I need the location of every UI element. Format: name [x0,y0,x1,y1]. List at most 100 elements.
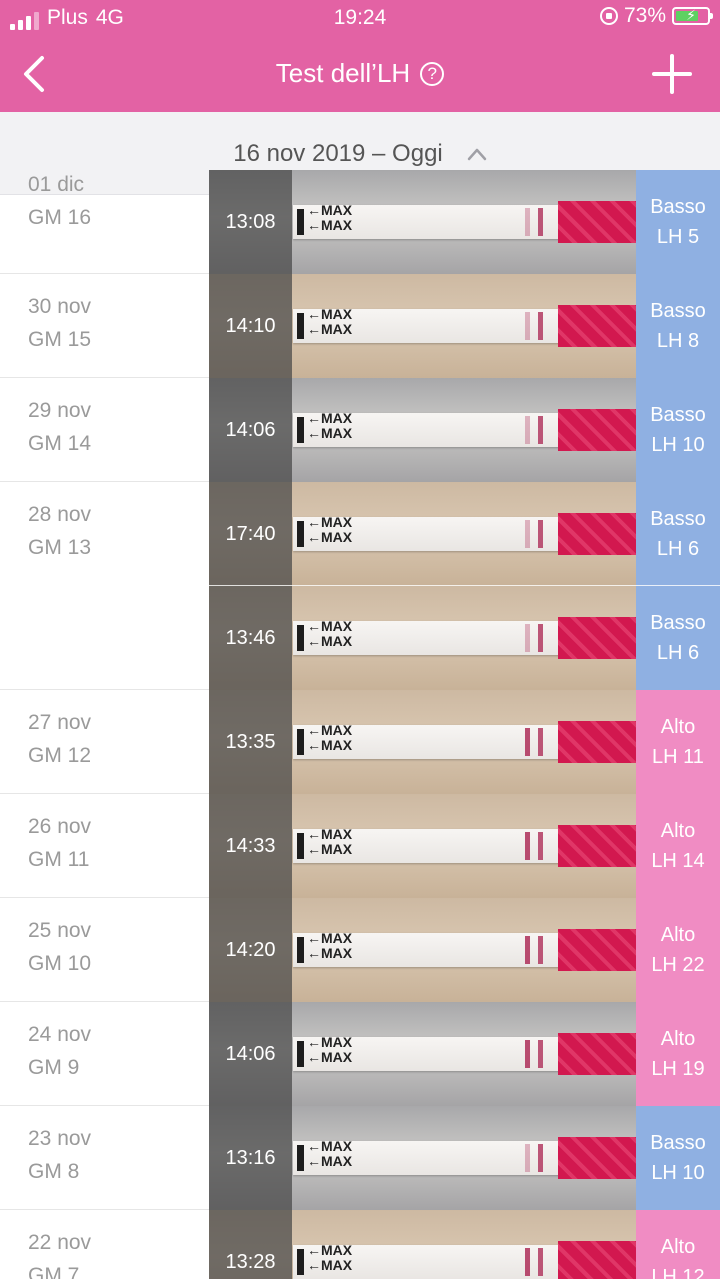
result-label: Basso [650,1132,706,1154]
control-line [538,1248,543,1276]
day-info: 27 nov GM 12 [28,706,91,772]
strip-handle [297,832,304,860]
test-time: 14:06 [225,418,276,441]
test-time: 17:40 [225,522,276,545]
control-line [538,624,543,652]
orientation-lock-icon [599,7,618,25]
result-badge: Alto LH 22 [636,898,720,1002]
test-entry[interactable]: ←MAX ←MAX 13:08 Basso LH 5 [209,170,720,274]
test-strip-photo: ←MAX ←MAX 14:33 [209,794,636,898]
strip-max-label: ←MAX ←MAX [307,306,353,338]
day-date: 26 nov [28,815,92,838]
strip-brand-pattern [558,1032,636,1076]
control-line [538,520,543,548]
control-line [538,832,543,860]
status-right: 73% ⚡ [599,4,713,28]
strip-handle [297,520,304,548]
test-time: 13:28 [225,1250,276,1273]
strip-brand-pattern [558,824,636,868]
strip-handle [297,208,304,236]
test-strip-photo: ←MAX ←MAX 14:06 [209,1002,636,1106]
lh-value: LH 10 [651,434,705,456]
cycle-day: GM 8 [28,1160,80,1183]
date-range[interactable]: 16 nov 2019 – Oggi [0,140,720,168]
test-time: 14:06 [225,1042,276,1065]
result-badge: Alto LH 19 [636,1002,720,1106]
add-icon[interactable] [652,54,692,94]
test-line [525,520,530,548]
test-entry[interactable]: ←MAX ←MAX 14:20 Alto LH 22 [209,898,720,1002]
result-badge: Basso LH 6 [636,586,720,690]
page-title-text: Test dell’LH [275,58,411,88]
test-line [525,312,530,340]
day-info: 23 nov GM 8 [28,1122,91,1188]
cycle-day: GM 7 [28,1264,80,1279]
result-label: Alto [660,1028,696,1050]
test-entry[interactable]: ←MAX ←MAX 13:28 Alto LH 12 [209,1210,720,1279]
control-line [538,1144,543,1172]
lh-value: LH 11 [652,746,704,768]
day-info: 26 nov GM 11 [28,810,91,876]
test-time: 14:10 [225,314,276,337]
strip-max-label: ←MAX ←MAX [307,826,353,858]
test-time: 14:33 [225,834,276,857]
control-line [538,208,543,236]
lh-value: LH 22 [651,954,705,976]
strip-brand-pattern [558,1136,636,1180]
test-entry[interactable]: ←MAX ←MAX 13:16 Basso LH 10 [209,1106,720,1210]
day-date: 01 dic [28,173,85,196]
chevron-up-icon[interactable] [467,147,487,161]
strip-handle [297,416,304,444]
day-group: 28 nov GM 13 ←MAX ←MAX 17:40 Basso LH 6 ←MAX ←MA… [0,482,720,690]
result-label: Alto [660,716,696,738]
control-line [538,312,543,340]
test-entry[interactable]: ←MAX ←MAX 14:10 Basso LH 8 [209,274,720,378]
test-entry[interactable]: ←MAX ←MAX 13:35 Alto LH 11 [209,690,720,794]
result-label: Basso [650,612,706,634]
test-line [525,1144,530,1172]
strip-handle [297,312,304,340]
test-entry[interactable]: ←MAX ←MAX 13:46 Basso LH 6 [209,586,720,690]
strip-brand-pattern [558,720,636,764]
result-badge: Basso LH 10 [636,1106,720,1210]
strip-max-label: ←MAX ←MAX [307,930,353,962]
lh-value: LH 6 [656,538,700,560]
strip-brand-pattern [558,304,636,348]
cycle-day: GM 10 [28,952,92,975]
control-line [538,416,543,444]
test-entry[interactable]: ←MAX ←MAX 17:40 Basso LH 6 [209,482,720,586]
test-strip-photo: ←MAX ←MAX 17:40 [209,482,636,586]
test-entry[interactable]: ←MAX ←MAX 14:06 Alto LH 19 [209,1002,720,1106]
strip-handle [297,1144,304,1172]
help-icon[interactable]: ? [420,61,445,86]
result-label: Alto [660,924,696,946]
day-group: 29 nov GM 14 ←MAX ←MAX 14:06 Basso LH 10 [0,378,720,482]
day-group: 30 nov GM 15 ←MAX ←MAX 14:10 Basso LH 8 [0,274,720,378]
strip-max-label: ←MAX ←MAX [307,514,353,546]
day-info: 01 dic GM 16 [28,168,91,234]
lh-test-strip: ←MAX ←MAX [293,1032,636,1076]
lh-test-strip: ←MAX ←MAX [293,720,636,764]
test-entry[interactable]: ←MAX ←MAX 14:33 Alto LH 14 [209,794,720,898]
test-line [525,416,530,444]
test-entry[interactable]: ←MAX ←MAX 14:06 Basso LH 10 [209,378,720,482]
test-strip-photo: ←MAX ←MAX 13:16 [209,1106,636,1210]
lh-test-strip: ←MAX ←MAX [293,512,636,556]
status-bar: Plus 4G 19:24 73% ⚡ [0,0,720,36]
app-screen: Plus 4G 19:24 73% ⚡ Test dell’LH ? 16 no… [0,0,720,1279]
day-info: 29 nov GM 14 [28,394,91,460]
strip-max-label: ←MAX ←MAX [307,1034,353,1066]
result-label: Alto [660,820,696,842]
test-line [525,832,530,860]
test-line [525,1040,530,1068]
result-badge: Alto LH 14 [636,794,720,898]
lh-test-strip: ←MAX ←MAX [293,928,636,972]
cycle-day: GM 16 [28,206,92,229]
day-date: 29 nov [28,399,92,422]
lh-value: LH 14 [651,850,705,872]
strip-brand-pattern [558,928,636,972]
test-strip-photo: ←MAX ←MAX 13:28 [209,1210,636,1279]
day-group: 24 nov GM 9 ←MAX ←MAX 14:06 Alto LH 19 [0,1002,720,1106]
result-badge: Alto LH 12 [636,1210,720,1279]
lh-test-strip: ←MAX ←MAX [293,1240,636,1279]
